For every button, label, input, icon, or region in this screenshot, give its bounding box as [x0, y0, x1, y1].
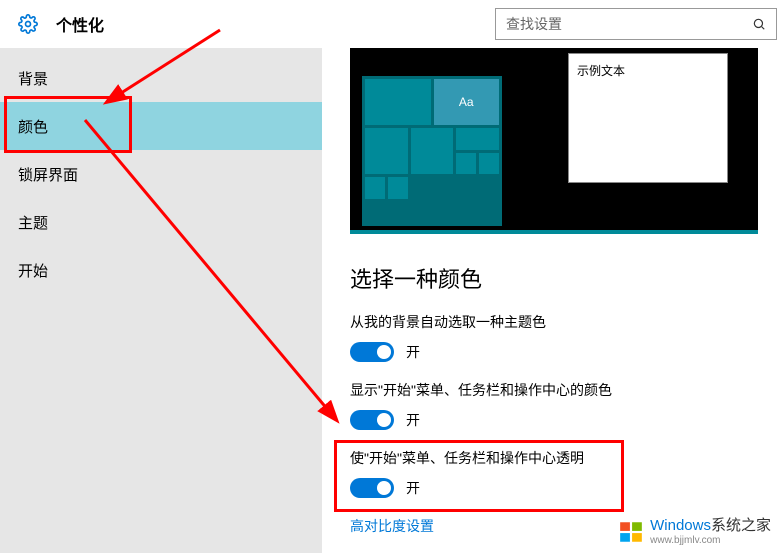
- show-start-color-label: 显示"开始"菜单、任务栏和操作中心的颜色: [350, 380, 777, 400]
- sidebar-item-lockscreen[interactable]: 锁屏界面: [0, 150, 322, 198]
- preview-tile-aa: Aa: [434, 79, 500, 125]
- auto-pick-label: 从我的背景自动选取一种主题色: [350, 312, 777, 332]
- search-box[interactable]: [495, 8, 777, 40]
- preview-window: 示例文本: [568, 53, 728, 183]
- show-start-color-state: 开: [406, 410, 420, 430]
- sidebar: 背景 颜色 锁屏界面 主题 开始: [0, 48, 322, 553]
- sidebar-item-label: 开始: [18, 260, 48, 281]
- content-area: Aa 示例文本 选择一种颜色 从我的背景自动选取一种主题色 开: [322, 48, 777, 553]
- sidebar-item-colors[interactable]: 颜色: [0, 102, 322, 150]
- sidebar-item-start[interactable]: 开始: [0, 246, 322, 294]
- sidebar-item-label: 颜色: [18, 116, 48, 137]
- page-title: 个性化: [56, 12, 104, 36]
- sidebar-item-label: 锁屏界面: [18, 164, 78, 185]
- search-input[interactable]: [506, 16, 748, 32]
- section-heading: 选择一种颜色: [350, 262, 777, 294]
- search-icon: [752, 17, 766, 31]
- preview-taskbar: [350, 230, 758, 234]
- sidebar-item-themes[interactable]: 主题: [0, 198, 322, 246]
- preview-sample-text: 示例文本: [577, 64, 625, 78]
- sidebar-item-label: 主题: [18, 212, 48, 233]
- auto-pick-state: 开: [406, 342, 420, 362]
- auto-pick-toggle[interactable]: [350, 342, 394, 362]
- sidebar-item-label: 背景: [18, 68, 48, 89]
- transparency-label: 使"开始"菜单、任务栏和操作中心透明: [350, 448, 777, 468]
- transparency-state: 开: [406, 478, 420, 498]
- color-preview: Aa 示例文本: [350, 48, 758, 234]
- transparency-toggle[interactable]: [350, 478, 394, 498]
- sidebar-item-background[interactable]: 背景: [0, 54, 322, 102]
- gear-icon: [18, 14, 38, 34]
- show-start-color-toggle[interactable]: [350, 410, 394, 430]
- preview-start-menu: Aa: [362, 76, 502, 226]
- high-contrast-link[interactable]: 高对比度设置: [350, 516, 777, 536]
